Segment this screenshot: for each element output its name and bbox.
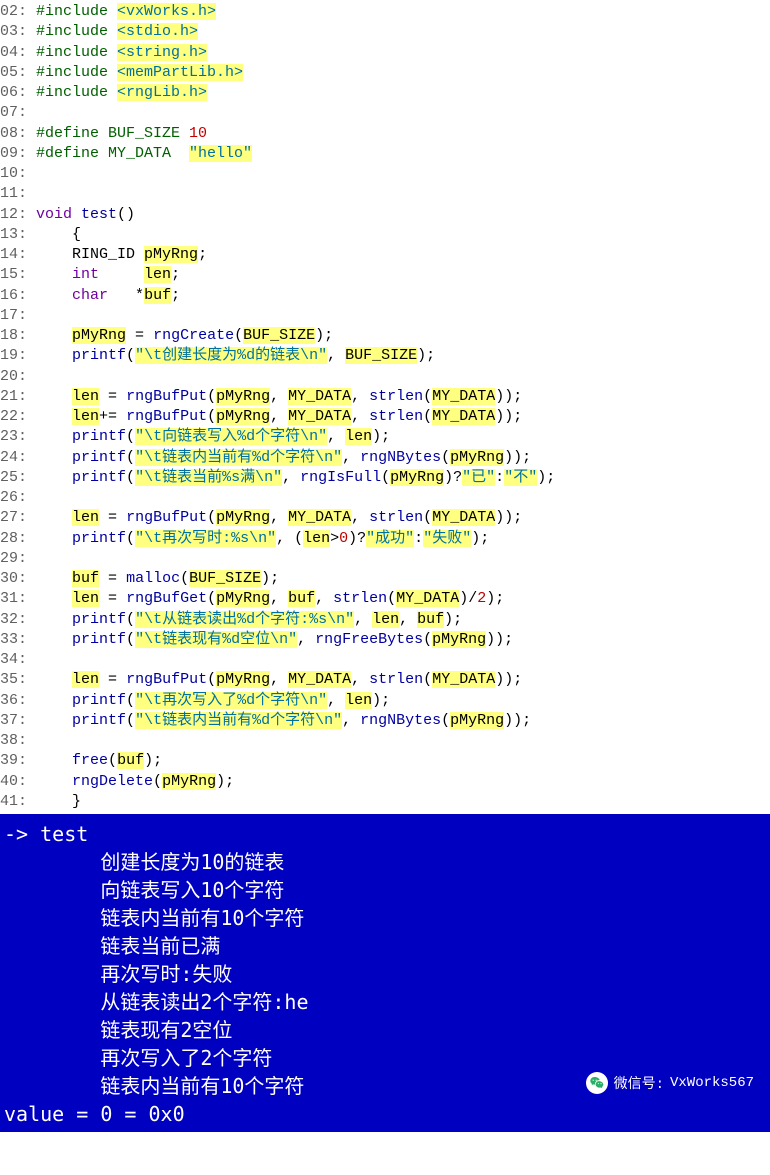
code-line: 41: } (0, 792, 770, 812)
code-line: 31: len = rngBufGet(pMyRng, buf, strlen(… (0, 589, 770, 609)
watermark: 微信号: VxWorks567 (586, 1072, 754, 1094)
code-line: 23: printf("\t向链表写入%d个字符\n", len); (0, 427, 770, 447)
code-line: 24: printf("\t链表内当前有%d个字符\n", rngNBytes(… (0, 448, 770, 468)
code-line: 32: printf("\t从链表读出%d个字符:%s\n", len, buf… (0, 610, 770, 630)
code-line: 33: printf("\t链表现有%d空位\n", rngFreeBytes(… (0, 630, 770, 650)
code-line: 07: (0, 103, 770, 123)
code-line: 12: void test() (0, 205, 770, 225)
code-line: 39: free(buf); (0, 751, 770, 771)
code-line: 18: pMyRng = rngCreate(BUF_SIZE); (0, 326, 770, 346)
code-line: 40: rngDelete(pMyRng); (0, 772, 770, 792)
code-line: 03: #include <stdio.h> (0, 22, 770, 42)
code-line: 27: len = rngBufPut(pMyRng, MY_DATA, str… (0, 508, 770, 528)
wechat-icon (586, 1072, 608, 1094)
terminal-line: value = 0 = 0x0 (4, 1100, 766, 1128)
terminal-line: 再次写入了2个字符 (4, 1044, 766, 1072)
code-line: 36: printf("\t再次写入了%d个字符\n", len); (0, 691, 770, 711)
code-block: 02: #include <vxWorks.h>03: #include <st… (0, 0, 770, 814)
code-line: 13: { (0, 225, 770, 245)
code-line: 16: char *buf; (0, 286, 770, 306)
terminal-line: 再次写时:失败 (4, 960, 766, 988)
code-line: 30: buf = malloc(BUF_SIZE); (0, 569, 770, 589)
code-line: 14: RING_ID pMyRng; (0, 245, 770, 265)
code-line: 22: len+= rngBufPut(pMyRng, MY_DATA, str… (0, 407, 770, 427)
terminal-line: 向链表写入10个字符 (4, 876, 766, 904)
code-line: 17: (0, 306, 770, 326)
watermark-label: 微信号: (614, 1073, 664, 1093)
code-line: 34: (0, 650, 770, 670)
code-line: 04: #include <string.h> (0, 43, 770, 63)
terminal-line: -> test (4, 820, 766, 848)
code-line: 37: printf("\t链表内当前有%d个字符\n", rngNBytes(… (0, 711, 770, 731)
watermark-id: VxWorks567 (670, 1075, 754, 1091)
code-line: 25: printf("\t链表当前%s满\n", rngIsFull(pMyR… (0, 468, 770, 488)
code-line: 05: #include <memPartLib.h> (0, 63, 770, 83)
code-line: 35: len = rngBufPut(pMyRng, MY_DATA, str… (0, 670, 770, 690)
terminal-line: 从链表读出2个字符:he (4, 988, 766, 1016)
code-line: 28: printf("\t再次写时:%s\n", (len>0)?"成功":"… (0, 529, 770, 549)
terminal-line: 链表当前已满 (4, 932, 766, 960)
code-line: 10: (0, 164, 770, 184)
code-line: 06: #include <rngLib.h> (0, 83, 770, 103)
code-line: 29: (0, 549, 770, 569)
code-line: 21: len = rngBufPut(pMyRng, MY_DATA, str… (0, 387, 770, 407)
code-line: 19: printf("\t创建长度为%d的链表\n", BUF_SIZE); (0, 346, 770, 366)
code-line: 09: #define MY_DATA "hello" (0, 144, 770, 164)
code-line: 26: (0, 488, 770, 508)
terminal-line: 链表内当前有10个字符 (4, 904, 766, 932)
code-line: 11: (0, 184, 770, 204)
terminal-line: 链表现有2空位 (4, 1016, 766, 1044)
code-line: 02: #include <vxWorks.h> (0, 2, 770, 22)
code-line: 20: (0, 367, 770, 387)
code-line: 15: int len; (0, 265, 770, 285)
code-line: 08: #define BUF_SIZE 10 (0, 124, 770, 144)
code-line: 38: (0, 731, 770, 751)
terminal-line: 创建长度为10的链表 (4, 848, 766, 876)
